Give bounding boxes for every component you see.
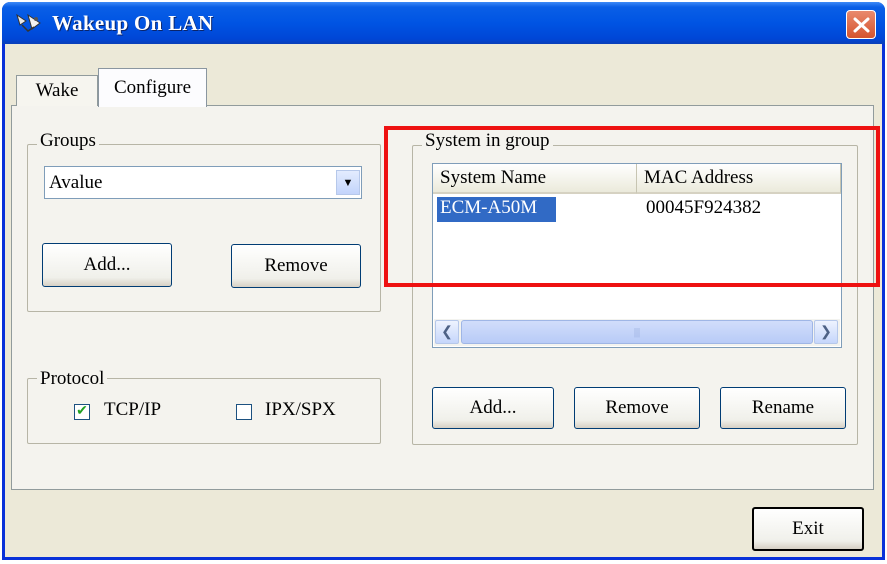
grip-icon: ||| [633, 326, 640, 338]
protocol-legend: Protocol [37, 368, 108, 390]
system-remove-button[interactable]: Remove [574, 387, 700, 429]
tcpip-label: TCP/IP [104, 399, 162, 420]
tcpip-checkbox[interactable]: ✔ [74, 404, 90, 420]
groups-selected-value: Avalue [49, 172, 103, 193]
groups-add-button[interactable]: Add... [42, 243, 172, 287]
network-icon [16, 13, 41, 32]
highlight-annotation-box [384, 126, 880, 287]
groups-remove-button[interactable]: Remove [231, 244, 361, 288]
scroll-left-button[interactable]: ❮ [435, 320, 459, 344]
exit-button[interactable]: Exit [752, 507, 864, 551]
ipxspx-label: IPX/SPX [265, 399, 336, 420]
groups-legend: Groups [37, 130, 99, 152]
close-button[interactable] [846, 10, 876, 39]
scroll-thumb[interactable]: ||| [461, 320, 813, 344]
chevron-down-icon[interactable]: ▼ [336, 170, 360, 195]
tab-configure[interactable]: Configure [98, 68, 207, 107]
close-icon [853, 17, 870, 33]
system-rename-button[interactable]: Rename [720, 387, 846, 429]
window-title: Wakeup On LAN [52, 11, 214, 35]
system-add-button[interactable]: Add... [432, 387, 554, 429]
scroll-right-button[interactable]: ❯ [814, 320, 838, 344]
chevron-right-icon: ❯ [820, 324, 832, 340]
title-bar[interactable]: Wakeup On LAN [2, 2, 885, 44]
checkmark-icon: ✔ [76, 404, 88, 419]
horizontal-scrollbar[interactable]: ❮ ||| ❯ [434, 319, 840, 346]
tab-wake[interactable]: Wake [16, 75, 98, 106]
chevron-left-icon: ❮ [441, 324, 453, 340]
ipxspx-checkbox[interactable] [236, 404, 252, 420]
groups-dropdown[interactable]: Avalue ▼ [44, 166, 362, 199]
